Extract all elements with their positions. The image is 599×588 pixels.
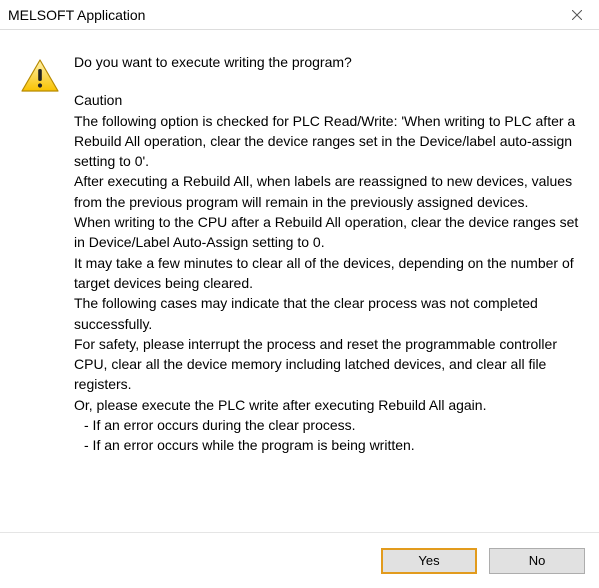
caution-bullet-1: - If an error occurs during the clear pr… <box>74 415 579 435</box>
caution-bullet-2: - If an error occurs while the program i… <box>74 435 579 455</box>
question-text: Do you want to execute writing the progr… <box>74 52 579 72</box>
dialog-title: MELSOFT Application <box>8 7 145 23</box>
close-icon <box>572 10 582 20</box>
caution-para-6: For safety, please interrupt the process… <box>74 334 579 395</box>
yes-button[interactable]: Yes <box>381 548 477 574</box>
icon-column <box>20 52 74 94</box>
caution-para-7: Or, please execute the PLC write after e… <box>74 395 579 415</box>
titlebar: MELSOFT Application <box>0 0 599 30</box>
dialog-footer: Yes No <box>0 532 599 588</box>
caution-para-3: When writing to the CPU after a Rebuild … <box>74 212 579 253</box>
warning-icon <box>20 58 60 94</box>
dialog-body: Do you want to execute writing the progr… <box>0 30 599 532</box>
message-text: Do you want to execute writing the progr… <box>74 52 579 456</box>
caution-para-1: The following option is checked for PLC … <box>74 111 579 172</box>
no-button[interactable]: No <box>489 548 585 574</box>
dialog: MELSOFT Application Do <box>0 0 599 588</box>
caution-para-2: After executing a Rebuild All, when labe… <box>74 171 579 212</box>
close-button[interactable] <box>555 0 599 29</box>
caution-para-5: The following cases may indicate that th… <box>74 293 579 334</box>
caution-heading: Caution <box>74 90 579 110</box>
caution-para-4: It may take a few minutes to clear all o… <box>74 253 579 294</box>
